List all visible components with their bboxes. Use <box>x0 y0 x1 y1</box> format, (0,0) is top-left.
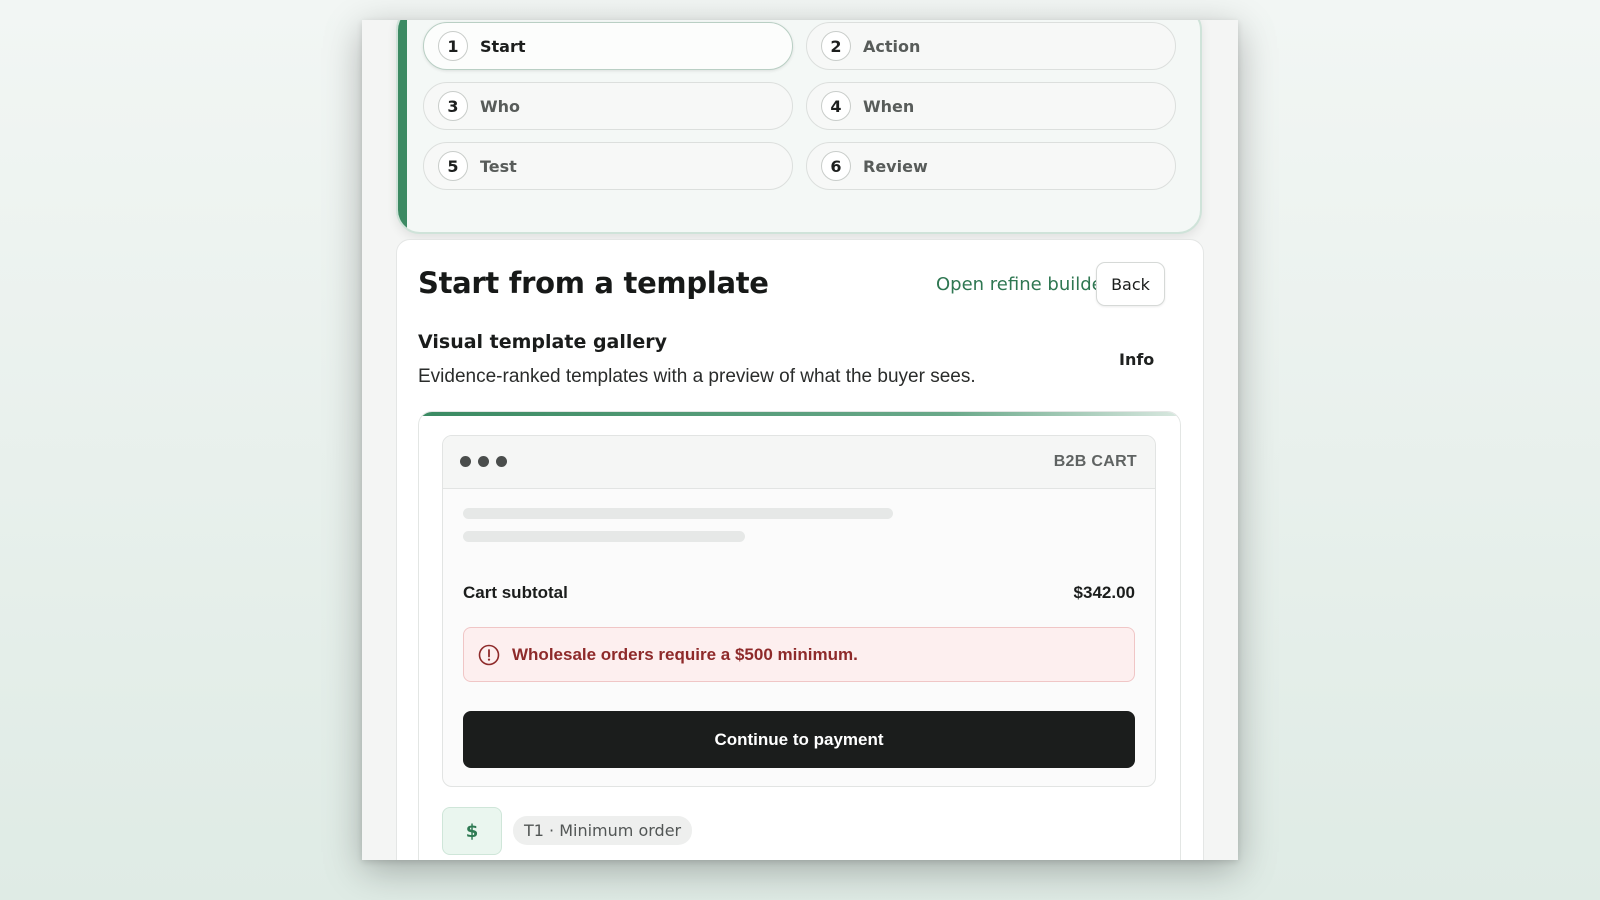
minimum-order-alert: Wholesale orders require a $500 minimum. <box>463 627 1135 682</box>
window-dot-icon <box>460 456 471 467</box>
template-preview-card[interactable]: B2B CART Cart subtotal $342.00 Wholesale… <box>418 411 1181 860</box>
template-label-pill: T1 · Minimum order <box>513 816 693 845</box>
step-when[interactable]: 4 When <box>806 82 1176 130</box>
template-card: Start from a template Open refine builde… <box>396 239 1204 860</box>
step-number: 1 <box>438 31 468 61</box>
step-who[interactable]: 3 Who <box>423 82 793 130</box>
step-action[interactable]: 2 Action <box>806 22 1176 70</box>
info-button[interactable]: Info <box>1119 350 1154 369</box>
continue-to-payment-button[interactable]: Continue to payment <box>463 711 1135 768</box>
step-test[interactable]: 5 Test <box>423 142 793 190</box>
placeholder-line <box>463 531 745 542</box>
gallery-description: Evidence-ranked templates with a preview… <box>418 366 976 387</box>
cart-subtotal-value: $342.00 <box>1073 583 1135 602</box>
mockup-header: B2B CART <box>443 436 1155 489</box>
step-number: 2 <box>821 31 851 61</box>
step-label: Test <box>480 156 517 176</box>
step-label: Action <box>863 36 921 56</box>
step-progress-panel: 1 Start 2 Action 3 Who 4 When 5 Test 6 R… <box>396 20 1202 234</box>
window-dot-icon <box>496 456 507 467</box>
step-number: 6 <box>821 151 851 181</box>
placeholder-line <box>463 508 893 519</box>
page-title: Start from a template <box>418 266 769 300</box>
alert-message: Wholesale orders require a $500 minimum. <box>512 644 858 664</box>
step-start[interactable]: 1 Start <box>423 22 793 70</box>
step-label: Review <box>863 156 928 176</box>
gallery-title: Visual template gallery <box>418 331 668 353</box>
step-label: Who <box>480 96 521 116</box>
preview-accent-bar <box>419 412 1180 416</box>
step-number: 4 <box>821 91 851 121</box>
step-number: 3 <box>438 91 468 121</box>
dollar-icon: $ <box>442 807 502 855</box>
back-button[interactable]: Back <box>1096 262 1165 306</box>
stepper-accent-bar <box>398 20 407 232</box>
app-window: 1 Start 2 Action 3 Who 4 When 5 Test 6 R… <box>362 20 1238 860</box>
open-refine-builder-link[interactable]: Open refine builder <box>936 274 1110 295</box>
step-number: 5 <box>438 151 468 181</box>
cart-subtotal-label: Cart subtotal <box>463 583 568 602</box>
step-label: When <box>863 96 915 116</box>
window-dot-icon <box>478 456 489 467</box>
step-review[interactable]: 6 Review <box>806 142 1176 190</box>
alert-circle-icon <box>478 644 500 665</box>
buyer-cart-mockup: B2B CART Cart subtotal $342.00 Wholesale… <box>442 435 1156 787</box>
mockup-tag: B2B CART <box>1053 453 1137 470</box>
step-label: Start <box>480 36 526 56</box>
